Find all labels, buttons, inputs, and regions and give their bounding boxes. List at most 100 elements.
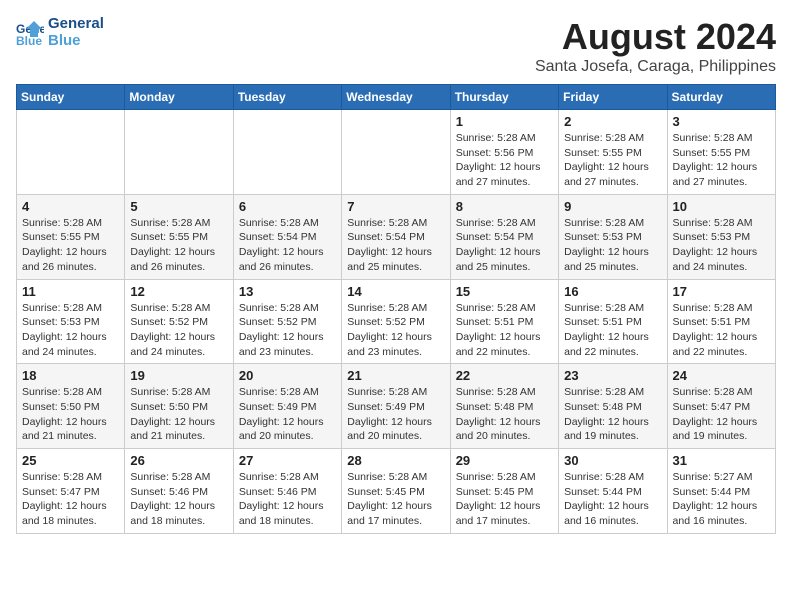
calendar-cell: 14Sunrise: 5:28 AMSunset: 5:52 PMDayligh… [342, 279, 450, 364]
day-number: 28 [347, 453, 444, 468]
day-number: 2 [564, 114, 661, 129]
logo-icon: General Blue [16, 19, 44, 47]
day-number: 19 [130, 368, 227, 383]
day-number: 4 [22, 199, 119, 214]
calendar-cell [233, 110, 341, 195]
day-info: Sunrise: 5:28 AMSunset: 5:54 PMDaylight:… [456, 216, 553, 275]
day-number: 3 [673, 114, 770, 129]
day-info: Sunrise: 5:28 AMSunset: 5:53 PMDaylight:… [673, 216, 770, 275]
day-info: Sunrise: 5:28 AMSunset: 5:49 PMDaylight:… [239, 385, 336, 444]
day-info: Sunrise: 5:28 AMSunset: 5:52 PMDaylight:… [239, 301, 336, 360]
logo-text-general: General [48, 16, 104, 33]
calendar-cell: 24Sunrise: 5:28 AMSunset: 5:47 PMDayligh… [667, 364, 775, 449]
day-info: Sunrise: 5:28 AMSunset: 5:56 PMDaylight:… [456, 131, 553, 190]
svg-text:Blue: Blue [16, 34, 42, 47]
calendar-cell: 6 Sunrise: 5:28 AMSunset: 5:54 PMDaylight… [233, 194, 341, 279]
calendar-cell: 30Sunrise: 5:28 AMSunset: 5:44 PMDayligh… [559, 449, 667, 534]
day-info: Sunrise: 5:28 AMSunset: 5:52 PMDaylight:… [130, 301, 227, 360]
day-number: 17 [673, 284, 770, 299]
day-number: 20 [239, 368, 336, 383]
day-info: Sunrise: 5:28 AMSunset: 5:51 PMDaylight:… [456, 301, 553, 360]
day-info: Sunrise: 5:28 AMSunset: 5:53 PMDaylight:… [564, 216, 661, 275]
day-info: Sunrise: 5:28 AMSunset: 5:52 PMDaylight:… [347, 301, 444, 360]
calendar-cell: 3 Sunrise: 5:28 AMSunset: 5:55 PMDaylight… [667, 110, 775, 195]
calendar-cell: 16Sunrise: 5:28 AMSunset: 5:51 PMDayligh… [559, 279, 667, 364]
day-number: 12 [130, 284, 227, 299]
calendar-cell: 29Sunrise: 5:28 AMSunset: 5:45 PMDayligh… [450, 449, 558, 534]
calendar-cell: 1Sunrise: 5:28 AMSunset: 5:56 PMDaylight… [450, 110, 558, 195]
calendar-cell: 27 Sunrise: 5:28 AMSunset: 5:46 PMDayligh… [233, 449, 341, 534]
calendar-cell: 5Sunrise: 5:28 AMSunset: 5:55 PMDaylight… [125, 194, 233, 279]
day-info: Sunrise: 5:27 AMSunset: 5:44 PMDaylight:… [673, 470, 770, 529]
day-number: 23 [564, 368, 661, 383]
day-info: Sunrise: 5:28 AMSunset: 5:44 PMDaylight:… [564, 470, 661, 529]
day-info: Sunrise: 5:28 AMSunset: 5:54 PMDaylight:… [347, 216, 444, 275]
calendar-header-saturday: Saturday [667, 85, 775, 110]
calendar-week-row: 11 Sunrise: 5:28 AMSunset: 5:53 PMDayligh… [17, 279, 776, 364]
calendar-table: SundayMondayTuesdayWednesdayThursdayFrid… [16, 84, 776, 534]
calendar-week-row: 25Sunrise: 5:28 AMSunset: 5:47 PMDayligh… [17, 449, 776, 534]
day-number: 7 [347, 199, 444, 214]
calendar-cell: 22Sunrise: 5:28 AMSunset: 5:48 PMDayligh… [450, 364, 558, 449]
calendar-cell: 4 Sunrise: 5:28 AMSunset: 5:55 PMDaylight… [17, 194, 125, 279]
day-info: Sunrise: 5:28 AMSunset: 5:50 PMDaylight:… [130, 385, 227, 444]
day-info: Sunrise: 5:28 AMSunset: 5:47 PMDaylight:… [673, 385, 770, 444]
calendar-cell: 2 Sunrise: 5:28 AMSunset: 5:55 PMDaylight… [559, 110, 667, 195]
calendar-cell [17, 110, 125, 195]
day-number: 29 [456, 453, 553, 468]
day-info: Sunrise: 5:28 AMSunset: 5:48 PMDaylight:… [456, 385, 553, 444]
calendar-body: 1Sunrise: 5:28 AMSunset: 5:56 PMDaylight… [17, 110, 776, 534]
calendar-cell: 28 Sunrise: 5:28 AMSunset: 5:45 PMDayligh… [342, 449, 450, 534]
day-info: Sunrise: 5:28 AMSunset: 5:49 PMDaylight:… [347, 385, 444, 444]
logo-text-blue: Blue [48, 33, 104, 50]
day-info: Sunrise: 5:28 AMSunset: 5:51 PMDaylight:… [564, 301, 661, 360]
calendar-cell: 10Sunrise: 5:28 AMSunset: 5:53 PMDayligh… [667, 194, 775, 279]
day-info: Sunrise: 5:28 AMSunset: 5:46 PMDaylight:… [239, 470, 336, 529]
calendar-cell: 9Sunrise: 5:28 AMSunset: 5:53 PMDaylight… [559, 194, 667, 279]
calendar-header-tuesday: Tuesday [233, 85, 341, 110]
calendar-cell: 11 Sunrise: 5:28 AMSunset: 5:53 PMDayligh… [17, 279, 125, 364]
day-number: 5 [130, 199, 227, 214]
day-info: Sunrise: 5:28 AMSunset: 5:48 PMDaylight:… [564, 385, 661, 444]
calendar-week-row: 18Sunrise: 5:28 AMSunset: 5:50 PMDayligh… [17, 364, 776, 449]
calendar-cell [342, 110, 450, 195]
day-info: Sunrise: 5:28 AMSunset: 5:50 PMDaylight:… [22, 385, 119, 444]
calendar-cell: 31Sunrise: 5:27 AMSunset: 5:44 PMDayligh… [667, 449, 775, 534]
day-number: 26 [130, 453, 227, 468]
calendar-cell: 15 Sunrise: 5:28 AMSunset: 5:51 PMDayligh… [450, 279, 558, 364]
calendar-subtitle: Santa Josefa, Caraga, Philippines [535, 58, 776, 76]
day-number: 8 [456, 199, 553, 214]
logo: General Blue General Blue [16, 16, 104, 49]
calendar-header-thursday: Thursday [450, 85, 558, 110]
calendar-cell: 13Sunrise: 5:28 AMSunset: 5:52 PMDayligh… [233, 279, 341, 364]
title-area: August 2024 Santa Josefa, Caraga, Philip… [535, 16, 776, 76]
calendar-cell: 21 Sunrise: 5:28 AMSunset: 5:49 PMDayligh… [342, 364, 450, 449]
calendar-cell: 7 Sunrise: 5:28 AMSunset: 5:54 PMDaylight… [342, 194, 450, 279]
calendar-header-row: SundayMondayTuesdayWednesdayThursdayFrid… [17, 85, 776, 110]
day-info: Sunrise: 5:28 AMSunset: 5:55 PMDaylight:… [22, 216, 119, 275]
day-number: 27 [239, 453, 336, 468]
day-info: Sunrise: 5:28 AMSunset: 5:47 PMDaylight:… [22, 470, 119, 529]
day-info: Sunrise: 5:28 AMSunset: 5:51 PMDaylight:… [673, 301, 770, 360]
day-number: 21 [347, 368, 444, 383]
calendar-cell: 18Sunrise: 5:28 AMSunset: 5:50 PMDayligh… [17, 364, 125, 449]
day-number: 15 [456, 284, 553, 299]
calendar-cell: 17 Sunrise: 5:28 AMSunset: 5:51 PMDayligh… [667, 279, 775, 364]
day-number: 11 [22, 284, 119, 299]
day-info: Sunrise: 5:28 AMSunset: 5:46 PMDaylight:… [130, 470, 227, 529]
day-info: Sunrise: 5:28 AMSunset: 5:55 PMDaylight:… [564, 131, 661, 190]
calendar-cell: 26 Sunrise: 5:28 AMSunset: 5:46 PMDayligh… [125, 449, 233, 534]
day-info: Sunrise: 5:28 AMSunset: 5:55 PMDaylight:… [673, 131, 770, 190]
calendar-cell: 23 Sunrise: 5:28 AMSunset: 5:48 PMDayligh… [559, 364, 667, 449]
calendar-cell: 20 Sunrise: 5:28 AMSunset: 5:49 PMDayligh… [233, 364, 341, 449]
calendar-header-sunday: Sunday [17, 85, 125, 110]
calendar-cell [125, 110, 233, 195]
day-info: Sunrise: 5:28 AMSunset: 5:53 PMDaylight:… [22, 301, 119, 360]
calendar-header-friday: Friday [559, 85, 667, 110]
day-info: Sunrise: 5:28 AMSunset: 5:45 PMDaylight:… [347, 470, 444, 529]
day-number: 6 [239, 199, 336, 214]
calendar-cell: 8 Sunrise: 5:28 AMSunset: 5:54 PMDaylight… [450, 194, 558, 279]
calendar-week-row: 1Sunrise: 5:28 AMSunset: 5:56 PMDaylight… [17, 110, 776, 195]
day-info: Sunrise: 5:28 AMSunset: 5:54 PMDaylight:… [239, 216, 336, 275]
calendar-cell: 25Sunrise: 5:28 AMSunset: 5:47 PMDayligh… [17, 449, 125, 534]
